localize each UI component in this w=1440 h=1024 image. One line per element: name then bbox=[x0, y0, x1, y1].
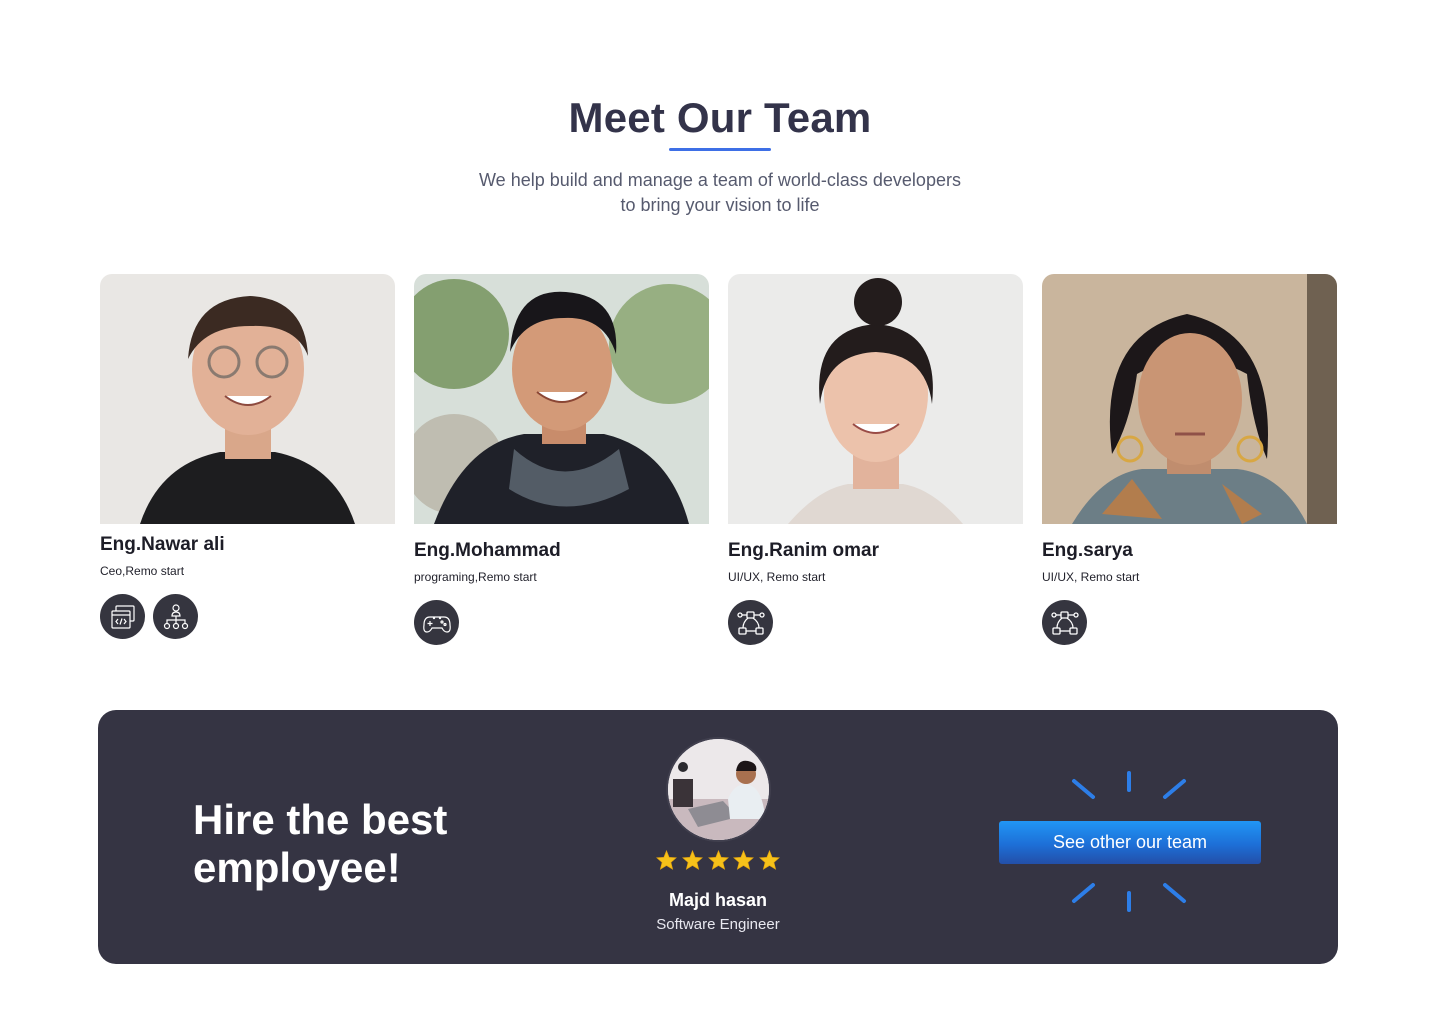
vector-path-icon[interactable] bbox=[1042, 600, 1087, 645]
section-subtitle: We help build and manage a team of world… bbox=[420, 168, 1020, 218]
skill-icons bbox=[1042, 600, 1337, 645]
team-card: Eng.Mohammad programing,Remo start bbox=[414, 274, 709, 645]
star-icon bbox=[656, 850, 677, 870]
member-role: UI/UX, Remo start bbox=[728, 570, 826, 584]
member-photo bbox=[100, 274, 395, 524]
skill-icons bbox=[728, 600, 1023, 645]
star-icon bbox=[707, 850, 729, 870]
member-role: UI/UX, Remo start bbox=[1042, 570, 1140, 584]
employee-role: Software Engineer bbox=[656, 916, 780, 933]
member-name: Eng.sarya bbox=[1042, 540, 1133, 561]
skill-icons bbox=[414, 600, 709, 645]
member-name: Eng.Nawar ali bbox=[100, 534, 225, 555]
hire-banner: Hire the best employee! Majd hasan Softw… bbox=[98, 710, 1338, 964]
skill-icons bbox=[100, 594, 395, 639]
vector-path-icon[interactable] bbox=[728, 600, 773, 645]
member-name: Eng.Mohammad bbox=[414, 540, 561, 561]
star-icon bbox=[733, 850, 755, 870]
org-chart-icon[interactable] bbox=[153, 594, 198, 639]
member-name: Eng.Ranim omar bbox=[728, 540, 879, 561]
team-card: Eng.Nawar ali Ceo,Remo start bbox=[100, 274, 395, 639]
employee-name: Majd hasan bbox=[668, 890, 768, 910]
title-underline bbox=[669, 148, 771, 151]
member-role: Ceo,Remo start bbox=[100, 564, 185, 578]
star-icon bbox=[759, 850, 780, 870]
member-photo bbox=[1042, 274, 1337, 524]
member-photo bbox=[728, 274, 1023, 524]
hire-title: Hire the best employee! bbox=[193, 796, 448, 891]
member-photo bbox=[414, 274, 709, 524]
see-team-button[interactable]: See other our team bbox=[999, 821, 1261, 864]
member-role: programing,Remo start bbox=[414, 570, 537, 584]
team-card: Eng.Ranim omar UI/UX, Remo start bbox=[728, 274, 1023, 645]
rating-stars bbox=[656, 850, 780, 870]
team-card: Eng.sarya UI/UX, Remo start bbox=[1042, 274, 1337, 645]
gamepad-icon[interactable] bbox=[414, 600, 459, 645]
star-icon bbox=[681, 850, 703, 870]
code-window-icon[interactable] bbox=[100, 594, 145, 639]
employee-avatar bbox=[668, 739, 769, 840]
subtitle-line-1: We help build and manage a team of world… bbox=[479, 170, 961, 190]
subtitle-line-2: to bring your vision to life bbox=[620, 195, 820, 215]
section-title: Meet Our Team bbox=[568, 94, 872, 141]
